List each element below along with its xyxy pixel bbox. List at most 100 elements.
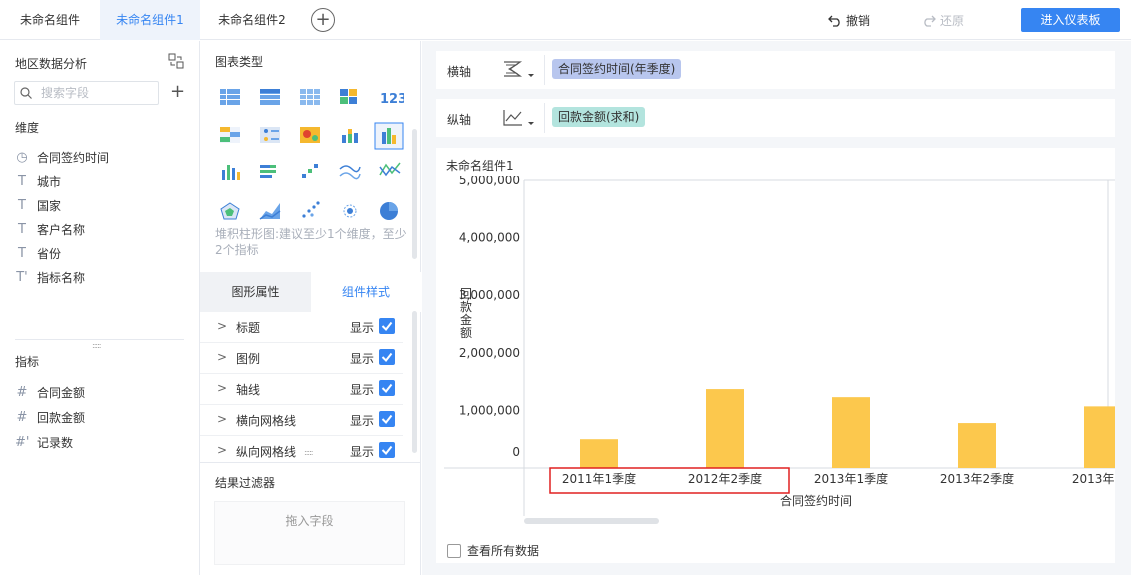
chevron-right-icon: >: [217, 412, 228, 426]
prop-row-title[interactable]: > 标题 显示: [200, 312, 403, 343]
y-axis-field-pill[interactable]: 回款金额(求和): [552, 107, 646, 127]
color-table-icon[interactable]: [220, 127, 240, 143]
prop-row-axis[interactable]: > 轴线 显示: [200, 374, 403, 405]
field-label: 合同金额: [37, 386, 86, 400]
check-icon: [381, 383, 393, 394]
dimension-title: 维度: [15, 121, 40, 135]
field-label: 指标名称: [37, 271, 86, 285]
tab-graph-properties[interactable]: 图形属性: [200, 272, 311, 312]
prop-label: 轴线: [236, 383, 261, 397]
field-item[interactable]: T 国家: [15, 197, 61, 214]
grouped-column-icon[interactable]: [374, 122, 404, 150]
heatmap-icon[interactable]: [300, 127, 320, 143]
field-item[interactable]: T 省份: [15, 245, 61, 262]
x-axis-type-icon[interactable]: [502, 60, 538, 80]
show-checkbox[interactable]: [379, 318, 395, 334]
field-label: 国家: [37, 199, 62, 213]
y-axis-type-icon[interactable]: [502, 108, 538, 128]
radar-icon[interactable]: [220, 202, 240, 220]
filter-drop-zone[interactable]: 拖入字段: [214, 501, 405, 565]
filter-title: 结果过滤器: [215, 476, 276, 490]
number-icon[interactable]: 123: [380, 92, 404, 107]
dataset-title: 地区数据分析: [15, 57, 88, 71]
drag-handle[interactable]: :::::: [304, 448, 314, 457]
show-checkbox[interactable]: [379, 442, 395, 458]
area-icon[interactable]: [259, 203, 281, 220]
multi-color-table-icon[interactable]: [340, 89, 357, 104]
field-label: 客户名称: [37, 223, 86, 237]
field-item[interactable]: # 回款金额: [15, 409, 85, 426]
enter-dashboard-button[interactable]: 进入仪表板: [1021, 8, 1120, 32]
scatter-icon[interactable]: [302, 201, 320, 218]
show-checkbox[interactable]: [379, 411, 395, 427]
drag-handle[interactable]: :::::: [92, 341, 102, 350]
field-item[interactable]: T 城市: [15, 173, 61, 190]
x-axis-field-pill[interactable]: 合同签约时间(年季度): [552, 59, 682, 79]
column-icon[interactable]: [222, 165, 240, 180]
chart-type-scrollbar[interactable]: [412, 129, 417, 259]
tab-component[interactable]: 未命名组件: [0, 0, 100, 40]
text-type-icon: T: [18, 222, 26, 237]
tab-component-style[interactable]: 组件样式: [311, 272, 421, 312]
x-tick-label: 2012年2季度: [688, 471, 762, 486]
table-icon[interactable]: [220, 89, 240, 105]
bar: [580, 439, 618, 468]
x-tick-label: 2013年2季度: [940, 471, 1014, 486]
pie-icon[interactable]: [380, 202, 398, 220]
field-item[interactable]: ◷ 合同签约时间: [15, 149, 109, 166]
search-input[interactable]: 搜索字段: [14, 81, 159, 105]
bar: [832, 397, 870, 468]
field-item[interactable]: T' 指标名称: [15, 269, 85, 286]
field-panel: 地区数据分析 搜索字段 + 维度 ◷ 合同签约时间 T 城市 T 国家 T 客户名称 T…: [0, 41, 200, 575]
line-icon[interactable]: [339, 165, 361, 180]
check-icon: [381, 321, 393, 332]
y-axis-config: 纵轴 回款金额(求和): [436, 99, 1115, 137]
cross-table-icon[interactable]: [260, 89, 280, 105]
bar: [706, 389, 744, 468]
add-tab-button[interactable]: +: [311, 8, 335, 32]
prop-show-label: 显示: [350, 414, 375, 428]
chevron-right-icon: >: [217, 443, 228, 457]
hash-icon: #': [15, 435, 30, 450]
field-label: 记录数: [37, 436, 74, 450]
view-all-label: 查看所有数据: [467, 544, 540, 558]
bar-icon[interactable]: [260, 165, 276, 178]
prop-show-label: 显示: [350, 383, 375, 397]
chart-container: 未命名组件1 5,000,000 4,000,000 3,000,000 2,000,…: [436, 148, 1115, 563]
field-label: 回款金额: [37, 411, 86, 425]
stacked-column-icon[interactable]: [342, 129, 358, 143]
kpi-table-icon[interactable]: [260, 127, 280, 143]
field-item[interactable]: # 合同金额: [15, 384, 85, 401]
scatter-step-icon[interactable]: [302, 164, 318, 178]
redo-button[interactable]: 还原: [922, 12, 964, 29]
undo-icon: [828, 15, 840, 27]
y-tick-label: 2,000,000: [459, 346, 520, 360]
prop-row-legend[interactable]: > 图例 显示: [200, 343, 403, 374]
props-scrollbar[interactable]: [412, 311, 417, 453]
view-all-data-checkbox[interactable]: 查看所有数据: [447, 542, 539, 559]
tab-component-2[interactable]: 未命名组件2: [200, 0, 304, 40]
undo-button[interactable]: 撤销: [828, 12, 870, 29]
show-checkbox[interactable]: [379, 380, 395, 396]
redo-label: 还原: [940, 14, 965, 28]
field-item[interactable]: #' 记录数: [15, 434, 73, 451]
tab-component-1[interactable]: 未命名组件1: [100, 0, 200, 40]
y-tick-label: 5,000,000: [459, 176, 520, 187]
undo-label: 撤销: [846, 14, 871, 28]
show-checkbox[interactable]: [379, 349, 395, 365]
field-item[interactable]: T 客户名称: [15, 221, 85, 238]
switch-dataset-icon[interactable]: [168, 53, 184, 69]
chart-type-title: 图表类型: [215, 55, 264, 69]
prop-label: 横向网格线: [236, 414, 297, 428]
area-line-icon[interactable]: [379, 162, 401, 177]
detail-table-icon[interactable]: [300, 89, 320, 105]
chart-h-scrollbar[interactable]: [524, 518, 659, 524]
checkbox-box[interactable]: [447, 543, 461, 558]
add-field-button[interactable]: +: [170, 81, 185, 102]
y-axis-title: 回款金额: [460, 287, 472, 340]
section-divider: [200, 462, 421, 463]
text-type-icon: T: [18, 174, 26, 189]
prop-row-hgrid[interactable]: > 横向网格线 显示: [200, 405, 403, 436]
section-divider: [15, 339, 184, 340]
bubble-icon[interactable]: [343, 204, 357, 218]
